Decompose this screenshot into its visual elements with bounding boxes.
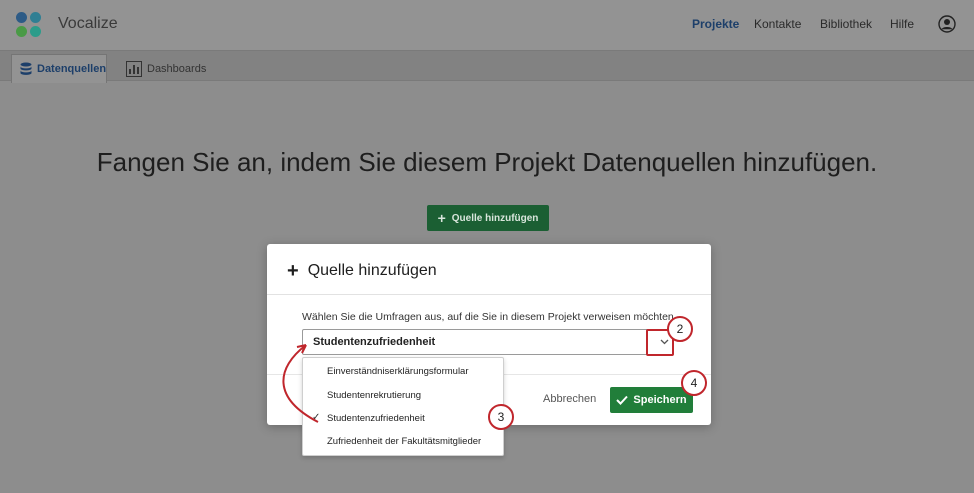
tab-dashboards[interactable]: Dashboards bbox=[118, 54, 214, 83]
vocalize-logo-icon[interactable] bbox=[16, 12, 42, 38]
cancel-button[interactable]: Abbrechen bbox=[543, 393, 596, 405]
survey-dropdown-menu: Einverständniserklärungsformular Student… bbox=[302, 357, 504, 456]
empty-state-heading: Fangen Sie an, indem Sie diesem Projekt … bbox=[96, 147, 878, 177]
dropdown-option[interactable]: Zufriedenheit der Fakultätsmitglieder bbox=[327, 436, 481, 447]
save-button[interactable]: Speichern bbox=[610, 387, 693, 413]
nav-projects-link[interactable]: Projekte bbox=[692, 17, 739, 31]
plus-icon: + bbox=[437, 210, 446, 226]
survey-select-value: Studentenzufriedenheit bbox=[313, 336, 436, 348]
save-button-label: Speichern bbox=[633, 394, 687, 406]
checkmark-icon bbox=[616, 395, 629, 405]
nav-contacts-link[interactable]: Kontakte bbox=[754, 17, 801, 31]
dropdown-option[interactable]: Studentenrekrutierung bbox=[327, 390, 421, 401]
dropdown-option[interactable]: Einverständniserklärungsformular bbox=[327, 366, 469, 377]
step-marker: 4 bbox=[681, 370, 707, 396]
dialog-title-text: Quelle hinzufügen bbox=[307, 262, 437, 279]
survey-select-instruction: Wählen Sie die Umfragen aus, auf die Sie… bbox=[302, 311, 677, 323]
add-source-button-label: Quelle hinzufügen bbox=[451, 212, 539, 224]
dialog-title: + Quelle hinzufügen bbox=[287, 261, 437, 281]
step-marker: 3 bbox=[488, 404, 514, 430]
nav-help-link[interactable]: Hilfe bbox=[890, 17, 914, 31]
tab-datenquellen[interactable]: Datenquellen bbox=[11, 54, 107, 83]
tab-bar: Datenquellen Dashboards bbox=[0, 50, 974, 83]
plus-icon: + bbox=[287, 260, 299, 282]
database-icon bbox=[20, 62, 32, 75]
survey-select[interactable]: Studentenzufriedenheit bbox=[302, 329, 674, 355]
dropdown-option-selected[interactable]: Studentenzufriedenheit bbox=[327, 413, 425, 424]
tab-dashboards-label: Dashboards bbox=[147, 62, 207, 75]
add-source-button[interactable]: + Quelle hinzufügen bbox=[427, 205, 549, 231]
bar-chart-icon bbox=[126, 60, 142, 77]
top-navigation-bar: Vocalize Projekte Kontakte Bibliothek Hi… bbox=[0, 0, 974, 50]
step-marker: 2 bbox=[667, 316, 693, 342]
tab-datenquellen-label: Datenquellen bbox=[37, 63, 107, 75]
user-account-icon[interactable] bbox=[938, 15, 956, 33]
app-title: Vocalize bbox=[58, 15, 118, 32]
dialog-header-divider bbox=[267, 294, 711, 295]
checkmark-icon: ✓ bbox=[312, 412, 321, 423]
nav-library-link[interactable]: Bibliothek bbox=[820, 17, 872, 31]
